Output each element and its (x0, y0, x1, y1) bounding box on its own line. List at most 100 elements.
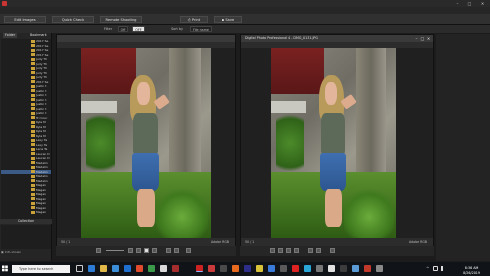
clock-time: 8:36 AM (464, 266, 479, 270)
folder-icon (31, 174, 35, 178)
save-button[interactable]: ▪ Save (214, 16, 242, 23)
info-icon[interactable] (330, 248, 335, 253)
maximize-icon[interactable]: □ (420, 36, 425, 41)
folder-icon (31, 53, 35, 57)
print-button[interactable]: ⎙ Print (180, 16, 208, 23)
compare-icon[interactable] (136, 248, 141, 253)
minimize-icon[interactable]: – (455, 1, 460, 6)
folder-icon (31, 143, 35, 147)
app-icon-5[interactable] (208, 265, 215, 272)
left-preview-area[interactable] (57, 48, 235, 238)
folder-icon (31, 192, 35, 196)
zoom-icon[interactable] (278, 248, 283, 253)
right-photo-image (271, 48, 396, 238)
save-label: Save (225, 18, 235, 22)
left-photo-window[interactable]: File Edit View Thumbnails Preview Label … (56, 34, 236, 247)
app-icon-15[interactable] (328, 265, 335, 272)
app-icon-4[interactable] (172, 265, 179, 272)
right-window-status-bar: 50 / 1 Adobe RGB (241, 238, 433, 246)
single-view-icon[interactable] (294, 248, 299, 253)
tab-bookmark[interactable]: Bookmark (28, 33, 49, 38)
taskbar-search-placeholder: Type here to search (19, 267, 54, 271)
edit-images-button[interactable]: Edit Images (4, 16, 46, 23)
app-icon-19[interactable] (376, 265, 383, 272)
app-icon-7[interactable] (232, 265, 239, 272)
quick-check-button[interactable]: Quick Check (52, 16, 94, 23)
app-icon-13[interactable] (304, 265, 311, 272)
print-label: Print (191, 18, 201, 22)
app-logo-icon (2, 1, 7, 6)
app-icon-9[interactable] (256, 265, 263, 272)
left-panel-status-text: Info shown (4, 250, 22, 254)
app-icon-10[interactable] (268, 265, 275, 272)
app-icon-1[interactable] (136, 265, 143, 272)
folder-icon (31, 39, 35, 43)
next-icon[interactable] (316, 248, 321, 253)
fit-icon[interactable] (96, 248, 101, 253)
filter-label: Filter (103, 27, 113, 31)
network-icon[interactable] (433, 266, 438, 271)
zoom-icon[interactable] (128, 248, 133, 253)
folder-icon (31, 111, 35, 115)
sort-by-label: Sort by (171, 27, 183, 31)
fit-icon[interactable] (270, 248, 275, 253)
grid-view-icon[interactable] (152, 248, 157, 253)
right-photo-window[interactable]: Digital Photo Professional 4 - DMG_0131.… (240, 34, 434, 247)
folder-icon (31, 75, 35, 79)
windows-start-icon[interactable] (2, 265, 8, 272)
app-icon-18[interactable] (364, 265, 371, 272)
folder-tree-item[interactable]: Megan (1, 210, 51, 215)
taskbar-search-input[interactable]: Type here to search (12, 265, 70, 273)
folder-tree[interactable]: 2017 Se 2017 Se 2017 Se 2017 Se Judy Th Judy … (1, 39, 51, 219)
close-icon[interactable]: ✕ (480, 1, 485, 6)
folder-icon (31, 44, 35, 48)
system-tray: ^ 8:36 AM 8/26/2019 (426, 264, 486, 275)
mail-icon[interactable] (124, 265, 131, 272)
app-icon-11[interactable] (280, 265, 287, 272)
right-bottom-toolbar (240, 246, 434, 256)
remote-shooting-button[interactable]: Remote Shooting (100, 16, 142, 23)
app-icon-16[interactable] (340, 265, 347, 272)
task-view-icon[interactable] (76, 265, 83, 272)
prev-icon[interactable] (166, 248, 171, 253)
folder-icon (31, 201, 35, 205)
filter-off-active-toggle[interactable]: OFF (132, 26, 145, 32)
maximize-icon[interactable]: □ (467, 1, 472, 6)
minimize-icon[interactable]: – (414, 36, 419, 41)
digital-photo-professional-icon[interactable] (196, 265, 203, 272)
collection-header[interactable]: Collection (0, 219, 52, 224)
filter-off-toggle[interactable]: Off (118, 26, 128, 32)
app-icon-3[interactable] (160, 265, 167, 272)
taskbar-clock[interactable]: 8:36 AM 8/26/2019 (463, 266, 480, 275)
chevron-up-icon[interactable]: ^ (426, 267, 429, 271)
edge-browser-icon[interactable] (88, 265, 95, 272)
windows-taskbar: Type here to search ^ 8:36 AM 8/26/2019 (0, 262, 490, 276)
right-window-title: Digital Photo Professional 4 - DMG_0131.… (245, 36, 318, 40)
tab-folder[interactable]: Folder (3, 33, 18, 38)
app-icon-8[interactable] (244, 265, 251, 272)
folder-icon (31, 188, 35, 192)
next-icon[interactable] (174, 248, 179, 253)
zoom-slider[interactable] (106, 250, 124, 251)
app-icon-17[interactable] (352, 265, 359, 272)
folder-icon (31, 125, 35, 129)
app-icon-14[interactable] (316, 265, 323, 272)
compare-icon[interactable] (286, 248, 291, 253)
right-preview-area[interactable] (241, 48, 433, 238)
volume-icon[interactable] (441, 266, 446, 271)
close-icon[interactable]: ✕ (426, 36, 431, 41)
folder-icon (31, 147, 35, 151)
app-icon-12[interactable] (292, 265, 299, 272)
info-icon[interactable] (186, 248, 191, 253)
sort-select[interactable]: File name (190, 26, 212, 32)
file-explorer-icon[interactable] (100, 265, 107, 272)
clock-date: 8/26/2019 (463, 270, 480, 275)
store-icon[interactable] (112, 265, 119, 272)
left-window-status-bar: 50 / 1 Adobe RGB (57, 238, 235, 246)
app-icon-2[interactable] (148, 265, 155, 272)
folder-icon (31, 66, 35, 70)
prev-icon[interactable] (308, 248, 313, 253)
app-icon-6[interactable] (220, 265, 227, 272)
folder-icon (31, 107, 35, 111)
single-view-icon[interactable] (144, 248, 149, 253)
